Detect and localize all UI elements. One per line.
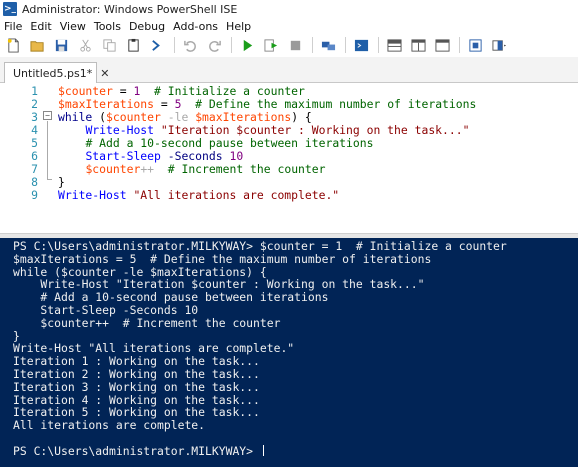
code-token: "Iteration $counter : Working on the tas… xyxy=(160,123,470,137)
code-token: # Define the maximum number of iteration… xyxy=(195,97,477,111)
layout-top-icon[interactable] xyxy=(385,36,403,54)
console-line: Iteration 3 : Working on the task... xyxy=(13,379,260,394)
layout-right-icon[interactable] xyxy=(409,36,427,54)
code-token: # Increment the counter xyxy=(167,162,326,176)
menu-help[interactable]: Help xyxy=(226,20,251,33)
toolbar xyxy=(0,34,578,56)
run-icon[interactable] xyxy=(238,36,256,54)
cut-icon[interactable] xyxy=(76,36,94,54)
code-token: "All iterations are complete." xyxy=(133,188,340,202)
console-line: $counter++ # Increment the counter xyxy=(13,315,281,330)
code-token: # Add a 10-second pause between iteratio… xyxy=(85,136,374,150)
menu-bar: File Edit View Tools Debug Add-ons Help xyxy=(0,18,578,34)
tab-untitled5[interactable]: Untitled5.ps1* ✕ xyxy=(4,62,109,83)
code-token: $maxIterations xyxy=(195,110,292,124)
script-editor[interactable]: 123456789 − $counter = 1 # Initialize a … xyxy=(0,83,578,233)
menu-tools[interactable]: Tools xyxy=(94,20,121,33)
code-line: Write-Host "All iterations are complete.… xyxy=(58,189,339,202)
code-token: -Seconds xyxy=(167,149,223,163)
console-line: All iterations are complete. xyxy=(13,418,206,433)
copy-icon[interactable] xyxy=(100,36,118,54)
code-token: $counter xyxy=(106,110,161,124)
toolbar-separator xyxy=(312,37,313,53)
console-line: Iteration 2 : Working on the task... xyxy=(13,366,260,381)
code-token: Write-Host xyxy=(58,188,127,202)
console-prompt: PS C:\Users\administrator.MILKYWAY> xyxy=(13,444,578,458)
toolbar-separator xyxy=(231,37,232,53)
code-token: Start-Sleep xyxy=(85,149,161,163)
run-selection-icon[interactable] xyxy=(262,36,280,54)
console-line: PS C:\Users\administrator.MILKYWAY> $cou… xyxy=(13,239,507,253)
menu-view[interactable]: View xyxy=(60,20,86,33)
open-folder-icon[interactable] xyxy=(28,36,46,54)
code-token: $counter xyxy=(85,162,141,176)
menu-edit[interactable]: Edit xyxy=(30,20,51,33)
menu-add-ons[interactable]: Add-ons xyxy=(173,20,218,33)
text-cursor xyxy=(262,444,264,456)
toolbar-separator xyxy=(378,37,379,53)
code-token: = xyxy=(112,84,134,98)
console-pane[interactable]: PS C:\Users\administrator.MILKYWAY> $cou… xyxy=(0,238,578,467)
toolbar-separator xyxy=(459,37,460,53)
code-token: ) { xyxy=(291,110,312,124)
code-token: $counter xyxy=(58,84,113,98)
code-token: # Initialize a counter xyxy=(154,84,305,98)
undo-icon[interactable] xyxy=(181,36,199,54)
layout-max-icon[interactable] xyxy=(433,36,451,54)
code-token: while xyxy=(58,110,93,124)
code-token: 10 xyxy=(229,149,244,163)
line-number: 9 xyxy=(31,188,38,202)
script-tab-strip: Untitled5.ps1* ✕ xyxy=(0,57,578,83)
paste-icon[interactable] xyxy=(124,36,142,54)
save-icon[interactable] xyxy=(52,36,70,54)
powershell-prompt-icon[interactable] xyxy=(148,36,166,54)
fold-collapse-icon[interactable]: − xyxy=(43,111,52,120)
line-number-gutter: 123456789 xyxy=(0,83,40,233)
toggle-pane-icon[interactable] xyxy=(490,36,508,54)
console-line: $maxIterations = 5 # Define the maximum … xyxy=(13,251,432,266)
menu-debug[interactable]: Debug xyxy=(129,20,165,33)
fold-guide-end xyxy=(47,179,52,180)
code-token: ( xyxy=(92,110,107,124)
code-line: $counter++ # Increment the counter xyxy=(58,163,325,176)
code-token: -le xyxy=(167,110,189,124)
close-icon[interactable]: ✕ xyxy=(100,67,109,80)
code-token: ++ xyxy=(140,162,155,176)
fold-guide xyxy=(47,121,48,179)
menu-file[interactable]: File xyxy=(4,20,22,33)
window-title: Administrator: Windows PowerShell ISE xyxy=(22,2,238,16)
new-file-icon[interactable] xyxy=(4,36,22,54)
redo-icon[interactable] xyxy=(205,36,223,54)
console-line: Start-Sleep -Seconds 10 xyxy=(13,302,199,317)
title-bar: >_ Administrator: Windows PowerShell ISE xyxy=(0,0,578,18)
toolbar-separator xyxy=(345,37,346,53)
tab-label: Untitled5.ps1* xyxy=(13,66,93,80)
code-token: = xyxy=(154,97,175,111)
code-token: } xyxy=(58,175,65,189)
command-addon-icon[interactable] xyxy=(466,36,484,54)
console-icon[interactable] xyxy=(352,36,370,54)
code-token: Write-Host xyxy=(85,123,155,137)
stop-icon[interactable] xyxy=(286,36,304,54)
remote-icon[interactable] xyxy=(319,36,337,54)
code-token: $maxIterations xyxy=(58,97,155,111)
toolbar-separator xyxy=(174,37,175,53)
powershell-logo-icon: >_ xyxy=(3,2,17,16)
